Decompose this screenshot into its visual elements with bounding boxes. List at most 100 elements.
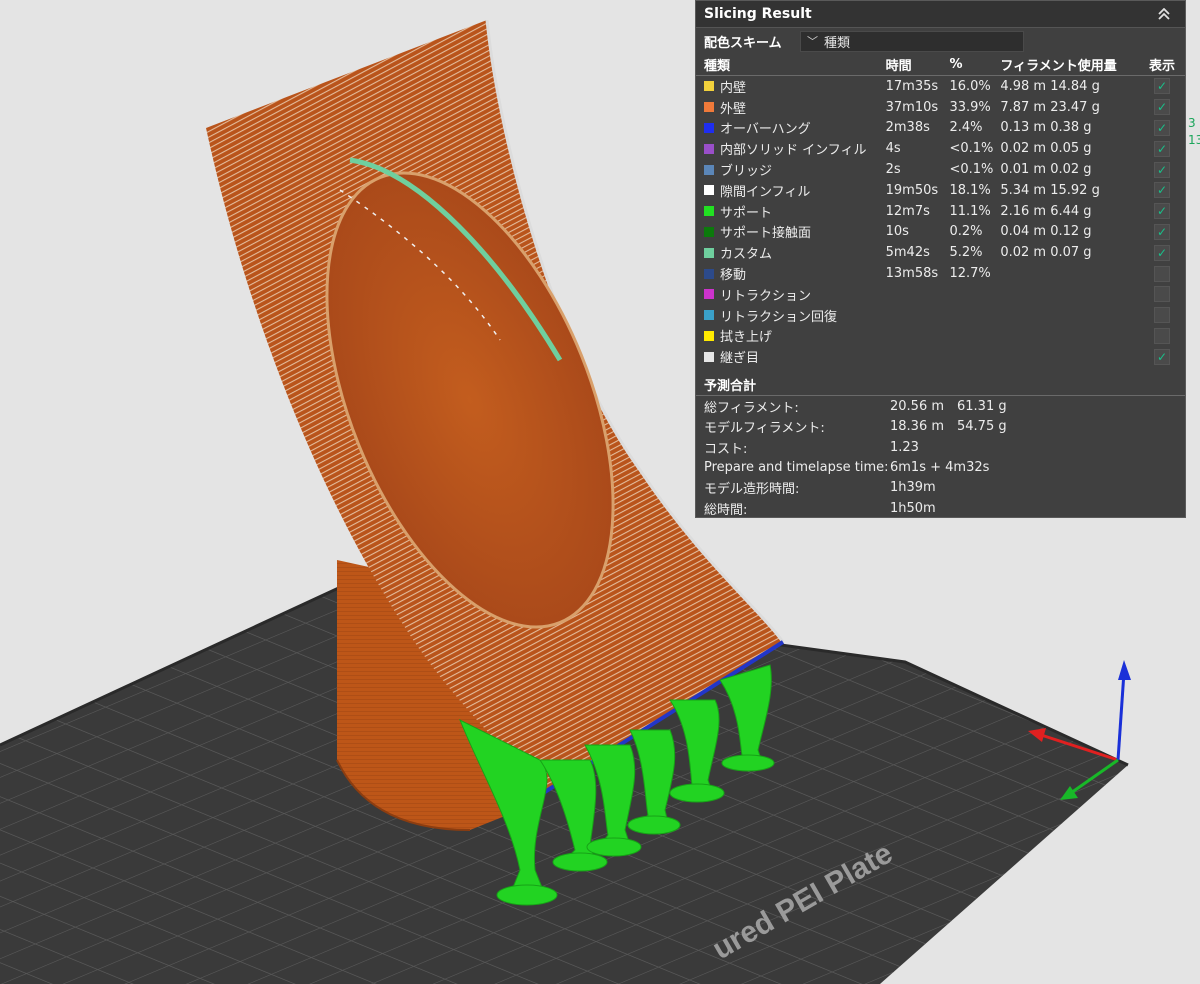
feature-type: サポート接触面 [704, 222, 886, 241]
color-swatch-icon [704, 164, 714, 175]
color-swatch-icon [704, 351, 714, 362]
color-swatch-icon [704, 247, 714, 258]
header-percent: % [949, 57, 963, 72]
summary-label: 総フィラメント: [704, 400, 799, 416]
feature-type: リトラクション回復 [704, 306, 886, 325]
feature-percent: 2.4% [949, 120, 983, 136]
feature-label: 隙間インフィル [720, 184, 811, 200]
header-filament: フィラメント使用量 [1000, 59, 1117, 74]
feature-time: 4s [885, 141, 901, 157]
feature-filament: 7.87 m 23.47 g [1000, 99, 1100, 115]
slicing-result-panel: Slicing Result 配色スキーム ﹀ 種類 種類 時間 % フィラメン… [695, 0, 1186, 518]
feature-time: 5m42s [885, 245, 930, 261]
color-swatch-icon [704, 143, 714, 154]
summary-title: 予測合計 [696, 373, 1185, 397]
visibility-checkbox-checked[interactable]: ✓ [1154, 78, 1171, 95]
visibility-checkbox-checked[interactable]: ✓ [1154, 223, 1171, 240]
summary-value: 1h39m [890, 480, 936, 496]
summary-row: モデルフィラメント: 18.36 m 54.75 g [696, 417, 1185, 437]
summary-value-2: 61.31 g [957, 398, 1007, 414]
feature-row: サポート接触面 10s 0.2% 0.04 m 0.12 g ✓ [696, 222, 1185, 243]
feature-type: リトラクション [704, 285, 886, 304]
feature-label: サポート接触面 [720, 226, 812, 242]
summary-row: Prepare and timelapse time: 6m1s + 4m32s [696, 457, 1185, 477]
feature-label: リトラクション回復 [720, 309, 838, 325]
color-swatch-icon [704, 81, 714, 92]
color-swatch-icon [704, 226, 714, 237]
table-header: 種類 時間 % フィラメント使用量 表示 [696, 54, 1185, 76]
feature-label: ブリッジ [720, 164, 773, 180]
summary-value: 1.23 [890, 439, 919, 455]
feature-percent: 11.1% [949, 203, 991, 219]
feature-filament: 4.98 m 14.84 g [1000, 78, 1100, 94]
feature-label: 移動 [720, 268, 747, 284]
feature-row: 内壁 17m35s 16.0% 4.98 m 14.84 g ✓ [696, 76, 1185, 97]
feature-row: 外壁 37m10s 33.9% 7.87 m 23.47 g ✓ [696, 97, 1185, 118]
feature-time: 13m58s [885, 266, 939, 282]
summary-label: 総時間: [704, 502, 748, 518]
side-number-1: 3 [1188, 116, 1196, 130]
color-swatch-icon [704, 310, 714, 321]
summary-label: モデルフィラメント: [704, 421, 825, 437]
feature-filament: 0.13 m 0.38 g [1000, 120, 1092, 136]
summary-value-2: 54.75 g [957, 419, 1007, 435]
visibility-checkbox-checked[interactable]: ✓ [1154, 203, 1171, 220]
feature-label: リトラクション [720, 288, 812, 304]
visibility-checkbox[interactable] [1154, 286, 1171, 303]
summary-value: 18.36 m [890, 419, 945, 435]
feature-percent: 16.0% [949, 78, 991, 94]
feature-time: 2s [885, 162, 901, 178]
feature-row: 隙間インフィル 19m50s 18.1% 5.34 m 15.92 g ✓ [696, 180, 1185, 201]
visibility-checkbox[interactable] [1154, 327, 1171, 344]
summary-row: コスト: 1.23 [696, 437, 1185, 457]
feature-type: 外壁 [704, 98, 886, 117]
feature-row: 拭き上げ [696, 326, 1185, 347]
feature-time: 17m35s [885, 78, 939, 94]
visibility-checkbox-checked[interactable]: ✓ [1154, 99, 1171, 116]
collapse-button[interactable] [1151, 4, 1177, 24]
feature-filament: 2.16 m 6.44 g [1000, 203, 1092, 219]
feature-label: サポート [720, 205, 773, 221]
summary-row: 総時間: 1h50m [696, 498, 1185, 518]
summary-row: モデル造形時間: 1h39m [696, 478, 1185, 498]
feature-row: サポート 12m7s 11.1% 2.16 m 6.44 g ✓ [696, 201, 1185, 222]
feature-type: ブリッジ [704, 160, 886, 179]
visibility-checkbox-checked[interactable]: ✓ [1154, 244, 1171, 261]
feature-type: 内部ソリッド インフィル [704, 139, 886, 158]
feature-filament: 0.02 m 0.05 g [1000, 141, 1092, 157]
feature-row: ブリッジ 2s <0.1% 0.01 m 0.02 g ✓ [696, 159, 1185, 180]
feature-type: サポート [704, 202, 886, 221]
feature-row: 内部ソリッド インフィル 4s <0.1% 0.02 m 0.05 g ✓ [696, 138, 1185, 159]
feature-label: オーバーハング [720, 122, 811, 138]
visibility-checkbox-checked[interactable]: ✓ [1154, 140, 1171, 157]
summary-value: 1h50m [890, 500, 936, 516]
feature-filament: 0.02 m 0.07 g [1000, 245, 1092, 261]
feature-type: オーバーハング [704, 118, 886, 137]
color-swatch-icon [704, 289, 714, 300]
visibility-checkbox-checked[interactable]: ✓ [1154, 348, 1171, 365]
feature-percent: <0.1% [949, 141, 994, 157]
feature-type: 拭き上げ [704, 326, 886, 345]
feature-time: 2m38s [885, 120, 930, 136]
feature-percent: 33.9% [949, 99, 991, 115]
visibility-checkbox[interactable] [1154, 307, 1171, 324]
feature-time: 10s [885, 224, 909, 240]
summary-label: コスト: [704, 441, 748, 457]
header-time: 時間 [885, 59, 912, 74]
feature-row: 移動 13m58s 12.7% [696, 263, 1185, 284]
visibility-checkbox-checked[interactable]: ✓ [1154, 119, 1171, 136]
summary-label: Prepare and timelapse time: [704, 460, 889, 476]
visibility-checkbox-checked[interactable]: ✓ [1154, 182, 1171, 199]
color-swatch-icon [704, 330, 714, 341]
feature-label: 内壁 [720, 80, 747, 96]
panel-header: Slicing Result [696, 1, 1185, 28]
feature-percent: 12.7% [949, 266, 991, 282]
panel-title: Slicing Result [704, 6, 812, 22]
color-swatch-icon [704, 102, 714, 113]
color-scheme-select[interactable]: ﹀ 種類 [800, 30, 1024, 52]
summary-list: 総フィラメント: 20.56 m 61.31 g モデルフィラメント: 18.36 m 5… [696, 396, 1185, 518]
visibility-checkbox[interactable] [1154, 265, 1171, 282]
visibility-checkbox-checked[interactable]: ✓ [1154, 161, 1171, 178]
feature-percent: 18.1% [949, 182, 991, 198]
feature-type: 隙間インフィル [704, 181, 886, 200]
